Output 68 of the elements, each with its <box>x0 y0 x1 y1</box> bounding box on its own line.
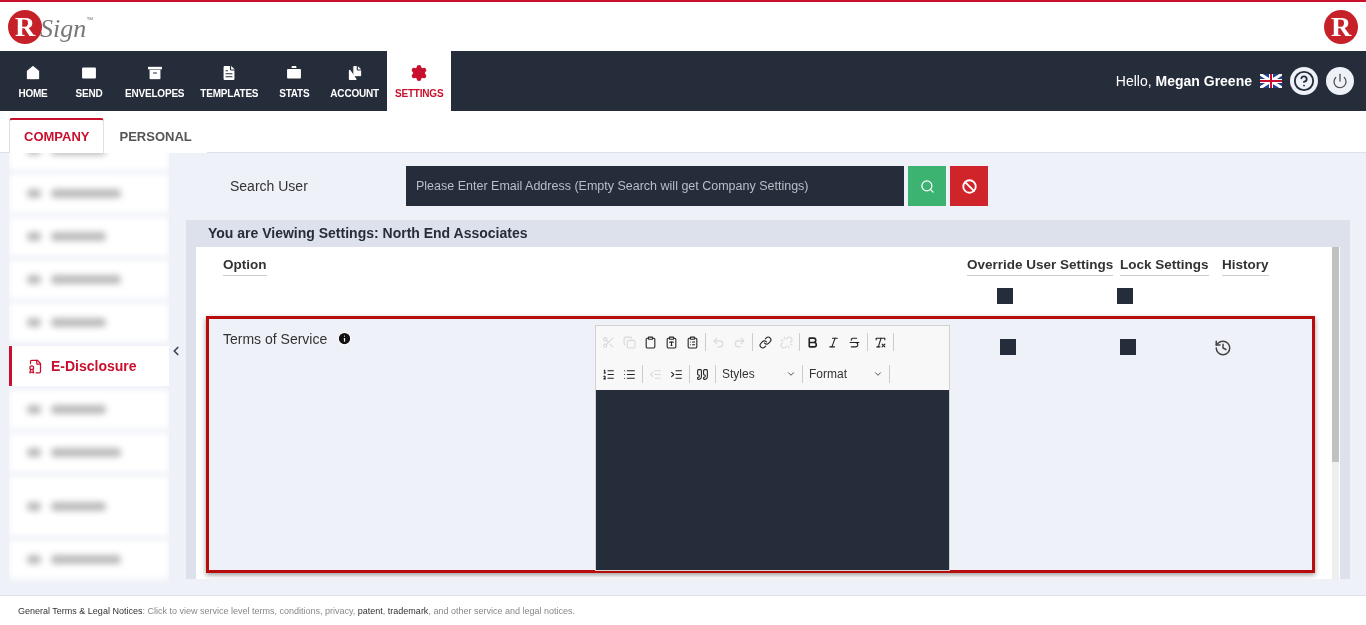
checkbox[interactable] <box>1117 288 1133 304</box>
blurred-menu-item[interactable] <box>9 260 169 299</box>
nav-item[interactable]: HOME <box>5 51 61 111</box>
bullet-list-icon <box>623 367 636 381</box>
power-button[interactable] <box>1326 67 1354 95</box>
indent-icon <box>670 367 683 381</box>
nav-item[interactable]: ENVELOPES <box>117 51 193 111</box>
blurred-menu-item[interactable] <box>9 390 169 429</box>
column-header: Lock Settings <box>1120 256 1209 276</box>
home-icon <box>24 63 42 82</box>
italic-icon <box>827 335 840 349</box>
column-header: Option <box>223 256 267 276</box>
history-icon[interactable] <box>1214 339 1232 357</box>
checkbox[interactable] <box>1120 339 1136 355</box>
column-header: History <box>1222 256 1269 276</box>
checkbox[interactable] <box>997 288 1013 304</box>
brand-logo: R <box>1324 9 1358 44</box>
footer-link[interactable]: patent <box>357 605 383 616</box>
nav-item[interactable]: ACCOUNT <box>322 51 387 111</box>
document-icon <box>28 358 43 374</box>
search-field[interactable]: Please Enter Email Address (Empty Search will get Company Settings) <box>406 166 904 206</box>
numbered-list-icon <box>602 367 615 381</box>
redo-icon <box>733 335 746 349</box>
rich-text-editor[interactable]: Styles Format <box>595 325 950 571</box>
scrollbar-thumb[interactable] <box>1332 247 1339 462</box>
link-icon <box>759 335 772 349</box>
info-icon <box>337 331 353 346</box>
copy-icon <box>623 335 636 349</box>
help-button[interactable] <box>1290 67 1318 95</box>
blurred-menu-item[interactable] <box>9 540 169 579</box>
undo-icon <box>712 335 725 349</box>
paste-text-icon <box>665 335 678 349</box>
blurred-menu-item[interactable] <box>9 476 169 536</box>
checkbox[interactable] <box>1000 339 1016 355</box>
outdent-icon <box>649 367 662 381</box>
clear-button[interactable] <box>950 166 988 206</box>
unlink-icon <box>780 335 793 349</box>
paste-word-icon <box>686 335 699 349</box>
column-header: Override User Settings <box>967 256 1114 276</box>
strikethrough-icon <box>848 335 861 349</box>
sidebar-item[interactable]: E-Disclosure <box>9 346 169 386</box>
nav-item[interactable]: TEMPLATES <box>192 51 267 111</box>
help-icon <box>1293 70 1315 92</box>
nav-item[interactable]: STATS <box>266 51 323 111</box>
cut-icon <box>602 335 615 349</box>
dropdown[interactable]: Format <box>805 362 887 386</box>
dropdown[interactable]: Styles <box>718 362 800 386</box>
flag-icon <box>1260 74 1282 88</box>
blurred-menu-item[interactable] <box>9 174 169 213</box>
bold-icon <box>806 335 819 349</box>
tab[interactable]: COMPANY <box>9 118 105 153</box>
quote-icon <box>696 367 709 381</box>
caret-icon <box>786 369 796 379</box>
clear-format-icon <box>874 335 887 349</box>
caret-icon <box>873 369 883 379</box>
footer-text: General Terms & Legal Notices: Click to view service level terms, conditions, privacy, patent, trademark, and other service and legal notices. <box>18 605 575 616</box>
nav-item[interactable]: SETTINGS <box>386 51 452 111</box>
panel-title: You are Viewing Settings: North End Associates <box>207 224 529 243</box>
option-label: Terms of Service <box>223 331 328 347</box>
power-icon <box>1332 73 1348 89</box>
search-label: Search User <box>230 178 309 194</box>
paste-icon <box>644 335 657 349</box>
cancel-icon <box>961 178 977 194</box>
greeting-text: Hello, Megan Greene <box>1115 73 1252 89</box>
nav-item[interactable]: SEND <box>61 51 117 111</box>
blurred-menu-item[interactable] <box>9 433 169 472</box>
search-icon <box>919 178 935 194</box>
blurred-menu-item[interactable] <box>9 217 169 256</box>
